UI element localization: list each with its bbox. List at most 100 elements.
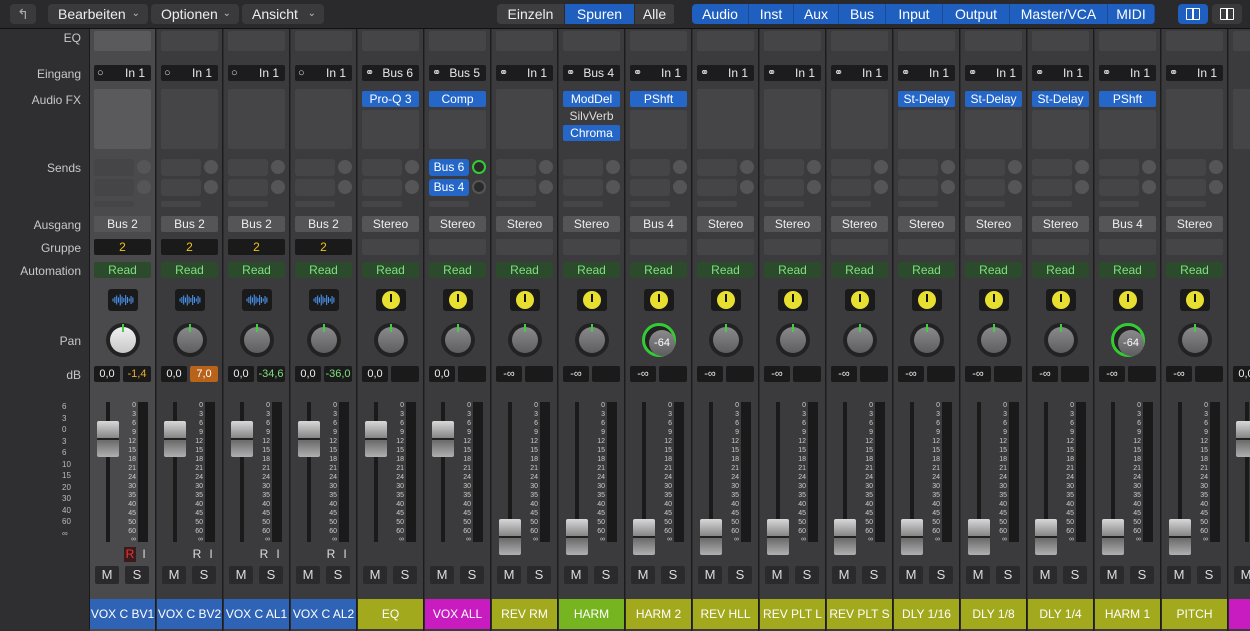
channel-strip[interactable]: ⚭ In 1 PShft Bus 4 Read -64 -∞ 0 3 6 9 12 15 18 21 24 3… — [1095, 29, 1161, 631]
send-slot[interactable] — [898, 179, 938, 196]
group-slot[interactable] — [496, 239, 553, 255]
track-name[interactable]: VOX C AL1 — [224, 599, 289, 629]
send-slot[interactable] — [1166, 159, 1206, 176]
send-level-knob[interactable] — [1142, 160, 1156, 174]
channel-strip[interactable]: ⚭ In 1 PShft Bus 4 Read -64 -∞ 0 3 6 9 12 15 18 21 24 3… — [626, 29, 692, 631]
peak-readout[interactable] — [525, 366, 553, 382]
mute-button[interactable]: M — [698, 566, 722, 584]
mute-button[interactable]: M — [765, 566, 789, 584]
send-slot[interactable] — [697, 159, 737, 176]
input-monitor-button[interactable]: I — [272, 547, 284, 562]
channel-strip[interactable]: ⚭ In 1 Stereo Read -∞ 0 3 6 9 12 15 18 21 24 30 35 40 45… — [1162, 29, 1228, 631]
automation-mode[interactable]: Read — [831, 262, 888, 278]
menu-bearbeiten[interactable]: Bearbeiten ⌄ — [48, 4, 148, 24]
level-meter-icon[interactable] — [778, 289, 808, 311]
send-slot[interactable] — [295, 159, 335, 176]
mute-button[interactable]: M — [966, 566, 990, 584]
solo-button[interactable]: S — [996, 566, 1020, 584]
peak-readout[interactable] — [659, 366, 687, 382]
input-slot[interactable]: ⚭ In 1 — [764, 65, 821, 81]
volume-fader[interactable] — [968, 519, 990, 555]
volume-fader[interactable] — [767, 519, 789, 555]
send-level-knob[interactable] — [338, 160, 352, 174]
audio-fx-empty-slot[interactable] — [898, 110, 955, 149]
solo-button[interactable]: S — [192, 566, 216, 584]
volume-fader[interactable] — [834, 519, 856, 555]
peak-readout[interactable] — [458, 366, 486, 382]
level-meter-icon[interactable] — [912, 289, 942, 311]
audio-fx-plugin[interactable]: PShft — [630, 91, 687, 107]
pan-knob[interactable] — [106, 323, 140, 357]
send-level-knob[interactable] — [941, 180, 955, 194]
filter-output[interactable]: Output — [943, 4, 1010, 24]
solo-button[interactable]: S — [393, 566, 417, 584]
eq-thumbnail[interactable] — [965, 31, 1022, 51]
input-slot[interactable]: ⚭ In 1 — [898, 65, 955, 81]
eq-thumbnail[interactable] — [228, 31, 285, 51]
automation-mode[interactable]: Read — [563, 262, 620, 278]
volume-fader[interactable] — [298, 421, 320, 457]
volume-readout[interactable]: 0,0 — [94, 366, 120, 382]
automation-mode[interactable]: Read — [94, 262, 151, 278]
view-mode-spuren[interactable]: Spuren — [565, 4, 635, 24]
eq-thumbnail[interactable] — [1166, 31, 1223, 51]
record-enable-button[interactable]: R — [325, 547, 337, 562]
input-monitor-button[interactable]: I — [138, 547, 150, 562]
solo-button[interactable]: S — [728, 566, 752, 584]
record-enable-button[interactable]: R — [124, 547, 136, 562]
output-slot[interactable]: Stereo — [496, 216, 553, 232]
input-slot[interactable]: ⚭ Bus 6 — [362, 65, 419, 81]
send-level-knob[interactable] — [1008, 160, 1022, 174]
pan-knob[interactable] — [1178, 323, 1212, 357]
channel-strip[interactable]: ⚭ In 1 Stereo Read -∞ 0 3 6 9 12 15 18 21 24 30 35 40 45… — [492, 29, 558, 631]
send-slot[interactable] — [965, 179, 1005, 196]
peak-readout[interactable] — [391, 366, 419, 382]
send-slot[interactable] — [697, 179, 737, 196]
output-slot[interactable]: Bus 2 — [161, 216, 218, 232]
automation-mode[interactable]: Read — [429, 262, 486, 278]
track-name[interactable]: REV PLT S — [827, 599, 892, 629]
send-level-knob[interactable] — [405, 160, 419, 174]
filter-bus[interactable]: Bus — [839, 4, 886, 24]
track-name[interactable]: VOX C BV1 — [90, 599, 155, 629]
group-slot[interactable] — [1032, 239, 1089, 255]
group-slot[interactable] — [630, 239, 687, 255]
pan-knob[interactable] — [843, 323, 877, 357]
automation-mode[interactable]: Read — [1166, 262, 1223, 278]
send-level-knob[interactable] — [941, 160, 955, 174]
eq-thumbnail[interactable] — [764, 31, 821, 51]
level-meter-icon[interactable] — [577, 289, 607, 311]
group-slot[interactable] — [1099, 239, 1156, 255]
mute-button[interactable]: M — [832, 566, 856, 584]
group-slot[interactable]: 2 — [161, 239, 218, 255]
send-slot[interactable] — [831, 159, 871, 176]
audio-waveform-icon[interactable] — [108, 289, 138, 311]
channel-strip[interactable]: ○ In 1 Bus 2 2 Read 0,0 -1,4 0 3 6 9 12 15 18 21 24 30 3… — [90, 29, 156, 631]
peak-readout[interactable] — [1195, 366, 1223, 382]
channel-strip[interactable]: ○ In 1 Bus 2 2 Read 0,0 -34,6 0 3 6 9 12 15 18 21 24 30… — [224, 29, 290, 631]
pan-knob[interactable] — [441, 323, 475, 357]
input-slot[interactable]: ⚭ Bus 4 — [563, 65, 620, 81]
track-name[interactable]: HARM — [559, 599, 624, 629]
volume-fader[interactable] — [97, 421, 119, 457]
solo-button[interactable]: S — [1130, 566, 1154, 584]
group-slot[interactable]: 2 — [295, 239, 352, 255]
audio-fx-plugin[interactable]: St-Delay — [965, 91, 1022, 107]
audio-fx-empty-slot[interactable] — [161, 89, 218, 149]
send-level-knob[interactable] — [807, 160, 821, 174]
eq-thumbnail[interactable] — [630, 31, 687, 51]
output-slot[interactable]: Bus 2 — [295, 216, 352, 232]
volume-readout[interactable]: -∞ — [1166, 366, 1192, 382]
filter-aux[interactable]: Aux — [794, 4, 839, 24]
group-slot[interactable] — [898, 239, 955, 255]
channel-strip[interactable]: ⚭ Bus 4 ModDel SilvVerb Chroma Stereo Read -∞ 0… — [559, 29, 625, 631]
input-slot[interactable]: ○ In 1 — [161, 65, 218, 81]
volume-readout[interactable]: -∞ — [831, 366, 857, 382]
track-name[interactable]: DLY 1/4 — [1028, 599, 1093, 629]
send-level-knob[interactable] — [539, 160, 553, 174]
track-name[interactable]: VOX ALL — [425, 599, 490, 629]
pan-knob[interactable] — [508, 323, 542, 357]
track-name[interactable]: VOX C AL2 — [291, 599, 356, 629]
peak-readout[interactable] — [994, 366, 1022, 382]
peak-readout[interactable] — [1128, 366, 1156, 382]
